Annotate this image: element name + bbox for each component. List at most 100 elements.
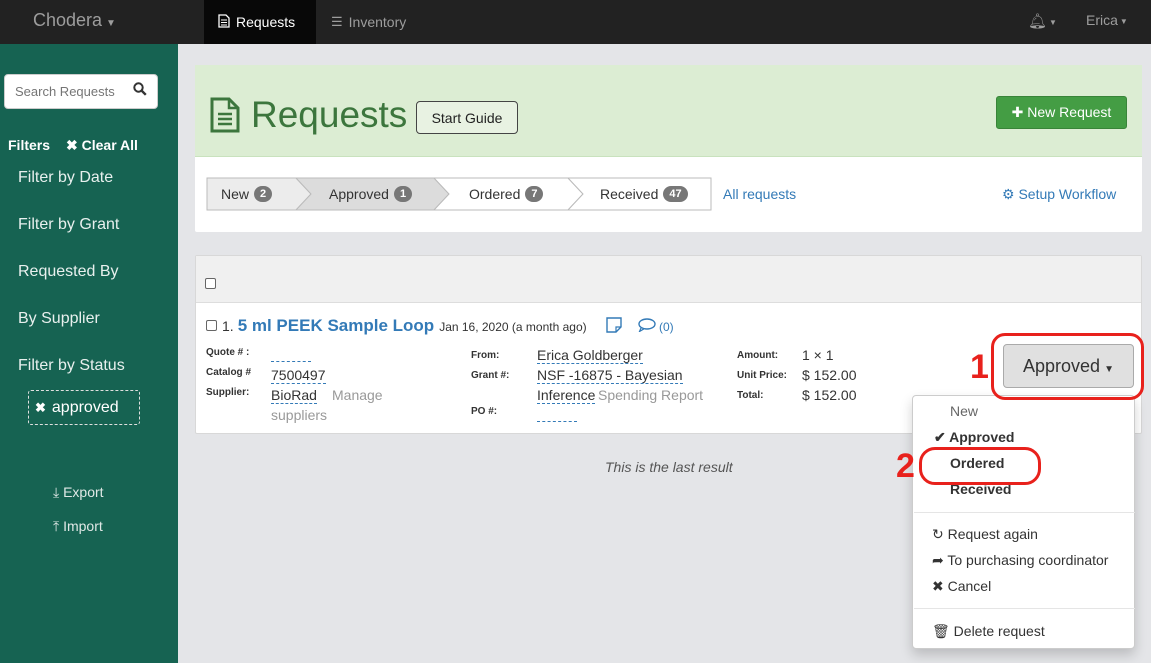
step-new-count: 2 (254, 186, 273, 202)
new-request-button[interactable]: ✚ New Request (996, 96, 1127, 129)
request-again-label: Request again (947, 526, 1038, 542)
grant-name[interactable]: NSF -16875 - Bayesian (537, 367, 683, 384)
menu-divider (914, 608, 1135, 609)
step-ordered-count: 7 (525, 186, 544, 202)
share-icon: ➦ (932, 552, 948, 568)
tab-inventory[interactable]: ☰ Inventory (331, 0, 406, 44)
amount-label: Amount: (737, 350, 779, 361)
file-text-icon (218, 13, 230, 31)
document-icon (209, 97, 241, 136)
upload-icon: ⤒ (53, 518, 64, 534)
step-received-label: Received (600, 186, 659, 202)
step-ordered-label: Ordered (469, 186, 521, 202)
step-ordered[interactable]: Ordered 7 (469, 177, 544, 211)
manage-suppliers-link[interactable]: Manage (332, 387, 383, 403)
comments-link[interactable]: (0) (638, 318, 674, 335)
step-new-label: New (221, 186, 250, 202)
step-approved-count: 1 (393, 186, 413, 202)
active-filter-chip[interactable]: ✖ approved (28, 390, 140, 425)
menu-item-delete[interactable]: 🗑︎ Delete request (932, 623, 1045, 640)
status-dropdown-menu: New ✔ Approved Ordered Received ↻ Reques… (912, 395, 1135, 649)
caret-down-icon: ▼ (106, 18, 116, 29)
active-filter-label: approved (51, 398, 119, 416)
from-name[interactable]: Erica Goldberger (537, 347, 643, 364)
setup-workflow-link[interactable]: ⚙ Setup Workflow (1002, 186, 1116, 203)
import-label: Import (63, 518, 103, 534)
import-link[interactable]: ⤒ Import (53, 518, 103, 535)
quote-field[interactable] (271, 348, 311, 362)
step-approved-label: Approved (329, 186, 389, 202)
annotation-ring-ordered (919, 447, 1041, 485)
download-icon: ⤓ (53, 484, 64, 500)
request-number: 1. (222, 318, 234, 334)
user-name: Erica (1086, 12, 1118, 28)
close-icon[interactable]: ✖ (35, 400, 46, 416)
filter-by-date[interactable]: Filter by Date (18, 169, 113, 187)
notifications-menu[interactable]: 🔔︎ ▼ (1028, 12, 1057, 30)
menu-item-approved[interactable]: ✔ Approved (934, 429, 1014, 446)
supplier-name[interactable]: BioRad (271, 387, 317, 404)
annotation-step-2: 2 (896, 447, 915, 485)
clear-all-label: Clear All (81, 137, 138, 153)
request-title-row: 1. 5 ml PEEK Sample Loop Jan 16, 2020 (a… (206, 316, 587, 336)
filter-by-status[interactable]: Filter by Status (18, 357, 125, 375)
search-input[interactable] (15, 76, 135, 107)
menu-item-approved-label: Approved (949, 429, 1015, 445)
total-label: Total: (737, 390, 764, 401)
po-label: PO #: (471, 406, 498, 417)
top-navbar: Chodera ▼ Requests ☰ Inventory 🔔︎ ▼ Erica ▼ (0, 0, 1151, 44)
delete-label: Delete request (953, 623, 1045, 639)
menu-divider (914, 512, 1135, 513)
bell-icon: 🔔︎ (1028, 13, 1048, 30)
spending-report-link[interactable]: Spending Report (598, 387, 703, 403)
comment-icon (638, 318, 656, 335)
clear-all-link[interactable]: ✖ Clear All (66, 137, 138, 154)
setup-workflow-label: Setup Workflow (1018, 186, 1117, 202)
amount-value: 1 × 1 (802, 347, 834, 363)
grant-name-cont[interactable]: Inference (537, 387, 596, 404)
annotation-step-1: 1 (970, 348, 989, 386)
refresh-icon: ↻ (932, 526, 948, 542)
menu-item-to-purchasing[interactable]: ➦ To purchasing coordinator (932, 552, 1108, 569)
new-request-label: New Request (1027, 104, 1112, 120)
catalog-number[interactable]: 7500497 (271, 367, 326, 384)
note-icon[interactable] (606, 317, 622, 336)
user-menu[interactable]: Erica ▼ (1086, 12, 1128, 28)
step-approved[interactable]: Approved 1 (329, 177, 413, 211)
caret-down-icon: ▼ (1119, 16, 1128, 26)
manage-suppliers-link-cont[interactable]: suppliers (271, 407, 327, 423)
po-field[interactable] (537, 408, 577, 422)
all-requests-link[interactable]: All requests (723, 186, 796, 202)
search-icon[interactable] (133, 82, 147, 100)
close-icon: ✖ (66, 137, 82, 153)
filter-requested-by[interactable]: Requested By (18, 263, 119, 281)
cancel-label: Cancel (947, 578, 992, 594)
select-all-checkbox[interactable] (205, 278, 216, 289)
close-icon: ✖ (932, 578, 948, 594)
filter-by-grant[interactable]: Filter by Grant (18, 216, 119, 234)
caret-down-icon: ▼ (1049, 17, 1057, 27)
menu-item-cancel[interactable]: ✖ Cancel (932, 578, 991, 595)
check-icon: ✔ (934, 429, 950, 445)
last-result-note: This is the last result (605, 459, 733, 475)
trash-icon: 🗑︎ (932, 623, 954, 639)
sidebar: Filters ✖ Clear All Filter by Date Filte… (0, 44, 178, 663)
menu-item-request-again[interactable]: ↻ Request again (932, 526, 1038, 543)
tab-requests[interactable]: Requests (204, 0, 316, 44)
step-received[interactable]: Received 47 (600, 177, 688, 211)
brand-menu[interactable]: Chodera ▼ (33, 10, 116, 31)
filter-by-supplier[interactable]: By Supplier (18, 310, 100, 328)
menu-item-new[interactable]: New (950, 403, 978, 419)
start-guide-button[interactable]: Start Guide (416, 101, 518, 134)
list-icon: ☰ (331, 14, 343, 29)
requests-header-panel: Requests Start Guide ✚ New Request New 2 … (195, 65, 1142, 232)
to-purchasing-label: To purchasing coordinator (947, 552, 1109, 568)
search-box (4, 74, 158, 109)
step-new[interactable]: New 2 (221, 177, 273, 211)
tab-inventory-label: Inventory (348, 14, 407, 30)
request-title-link[interactable]: 5 ml PEEK Sample Loop (238, 316, 435, 336)
comment-count: (0) (659, 319, 674, 334)
request-date: Jan 16, 2020 (a month ago) (439, 320, 587, 334)
gear-icon: ⚙ (1002, 186, 1019, 202)
export-link[interactable]: ⤓ Export (53, 484, 104, 501)
